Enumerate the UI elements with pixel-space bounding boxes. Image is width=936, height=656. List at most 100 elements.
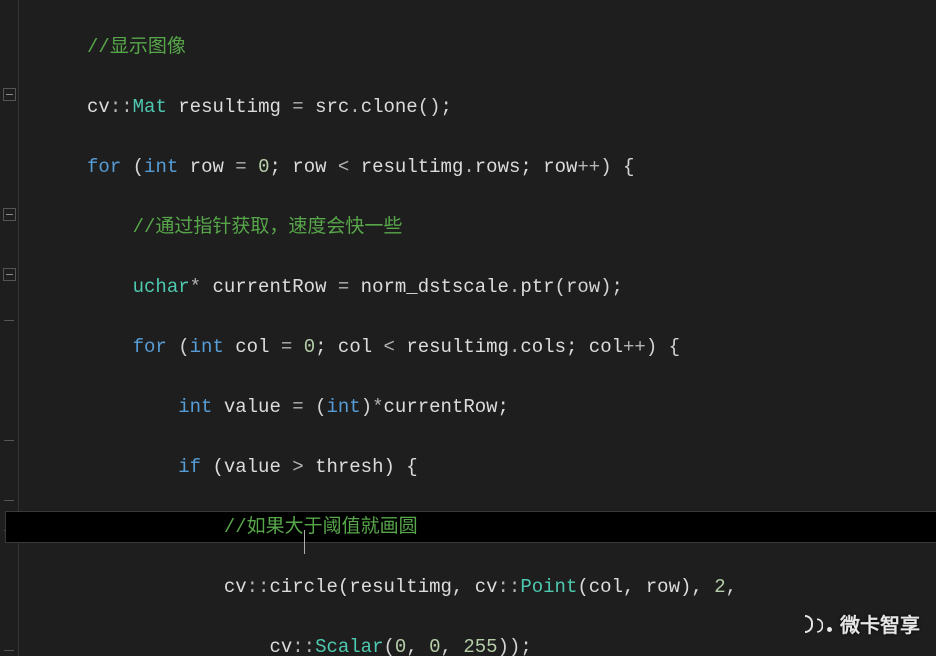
tok: if <box>178 456 201 478</box>
tok: ( <box>304 396 327 418</box>
fold-marker[interactable] <box>3 208 16 221</box>
tok: > <box>292 456 303 478</box>
fold-guide <box>4 440 14 441</box>
fold-marker[interactable] <box>3 88 16 101</box>
tok: int <box>178 396 212 418</box>
tok: rows; row <box>475 156 578 178</box>
tok: ) { <box>600 156 634 178</box>
code-line[interactable]: cv::Mat resultimg = src.clone(); <box>18 92 936 122</box>
tok: :: <box>498 576 521 598</box>
tok: 0 <box>304 336 315 358</box>
tok: ( <box>121 156 144 178</box>
fold-guide <box>4 320 14 321</box>
comment: //如果大 <box>224 516 304 538</box>
tok: Scalar <box>315 636 383 656</box>
tok: = <box>292 96 303 118</box>
tok: resultimg <box>349 156 463 178</box>
fold-guide <box>4 500 14 501</box>
tok: ) { <box>646 336 680 358</box>
tok: * <box>372 396 383 418</box>
tok: , <box>441 636 464 656</box>
tok: ; row <box>270 156 338 178</box>
tok: (); <box>418 96 452 118</box>
comment: 于阈值就画圆 <box>304 516 418 538</box>
tok: row <box>178 156 235 178</box>
tok: , <box>406 636 429 656</box>
tok: . <box>349 96 360 118</box>
code-line[interactable]: //通过指针获取，速度会快一些 <box>18 212 936 242</box>
tok: ; col <box>315 336 383 358</box>
code-line[interactable]: for (int row = 0; row < resultimg.rows; … <box>18 152 936 182</box>
tok: cv <box>87 96 110 118</box>
tok: for <box>87 156 121 178</box>
tok: value <box>212 396 292 418</box>
code-line[interactable]: if (value > thresh) { <box>18 452 936 482</box>
tok: col <box>224 336 281 358</box>
tok: = <box>292 396 303 418</box>
tok: (col, row), <box>577 576 714 598</box>
tok <box>292 336 303 358</box>
code-line[interactable]: cv::circle(resultimg, cv::Point(col, row… <box>18 572 936 602</box>
tok: cv <box>224 576 247 598</box>
tok: < <box>384 336 395 358</box>
tok: :: <box>110 96 133 118</box>
tok: (resultimg, cv <box>338 576 498 598</box>
tok: . <box>463 156 474 178</box>
code-line[interactable]: int value = (int)*currentRow; <box>18 392 936 422</box>
tok: resultimg <box>167 96 292 118</box>
tok: int <box>327 396 361 418</box>
code-line[interactable]: //显示图像 <box>18 32 936 62</box>
tok: * <box>190 276 201 298</box>
code-area[interactable]: //显示图像 cv::Mat resultimg = src.clone(); … <box>18 0 936 656</box>
tok: < <box>338 156 349 178</box>
tok: (value <box>201 456 292 478</box>
tok: ( <box>384 636 395 656</box>
tok: (row); <box>555 276 623 298</box>
tok: ++ <box>623 336 646 358</box>
tok: ++ <box>577 156 600 178</box>
tok: cv <box>269 636 292 656</box>
tok: int <box>144 156 178 178</box>
tok: 0 <box>258 156 269 178</box>
tok: :: <box>292 636 315 656</box>
comment: //通过指针获取，速度会快一些 <box>133 216 403 238</box>
tok: , <box>726 576 737 598</box>
tok: 255 <box>463 636 497 656</box>
tok: clone <box>361 96 418 118</box>
tok: currentRow <box>201 276 338 298</box>
tok: :: <box>247 576 270 598</box>
code-line-active[interactable]: //如果大于阈值就画圆 <box>6 512 936 542</box>
tok: Point <box>520 576 577 598</box>
tok: norm_dstscale <box>349 276 509 298</box>
tok: ptr <box>520 276 554 298</box>
tok: ( <box>167 336 190 358</box>
watermark-text: 微卡智享 <box>840 609 920 638</box>
tok: resultimg <box>395 336 509 358</box>
tok: = <box>338 276 349 298</box>
tok: src <box>304 96 350 118</box>
code-line[interactable]: uchar* currentRow = norm_dstscale.ptr(ro… <box>18 272 936 302</box>
tok: 2 <box>714 576 725 598</box>
fold-guide <box>4 650 14 651</box>
tok: = <box>281 336 292 358</box>
code-line[interactable]: cv::Scalar(0, 0, 255)); <box>18 632 936 656</box>
tok: uchar <box>133 276 190 298</box>
tok: . <box>509 336 520 358</box>
watermark: 微卡智享 <box>805 609 920 638</box>
tok: 0 <box>429 636 440 656</box>
tok: Mat <box>133 96 167 118</box>
tok: 0 <box>395 636 406 656</box>
comment: //显示图像 <box>87 36 186 58</box>
tok: for <box>133 336 167 358</box>
fold-marker[interactable] <box>3 268 16 281</box>
tok: . <box>509 276 520 298</box>
wechat-icon <box>805 615 832 633</box>
tok: currentRow; <box>384 396 509 418</box>
tok <box>247 156 258 178</box>
tok: int <box>190 336 224 358</box>
tok: circle <box>269 576 337 598</box>
code-line[interactable]: for (int col = 0; col < resultimg.cols; … <box>18 332 936 362</box>
code-editor[interactable]: //显示图像 cv::Mat resultimg = src.clone(); … <box>0 0 936 656</box>
fold-gutter <box>0 0 19 656</box>
tok: cols; col <box>520 336 623 358</box>
